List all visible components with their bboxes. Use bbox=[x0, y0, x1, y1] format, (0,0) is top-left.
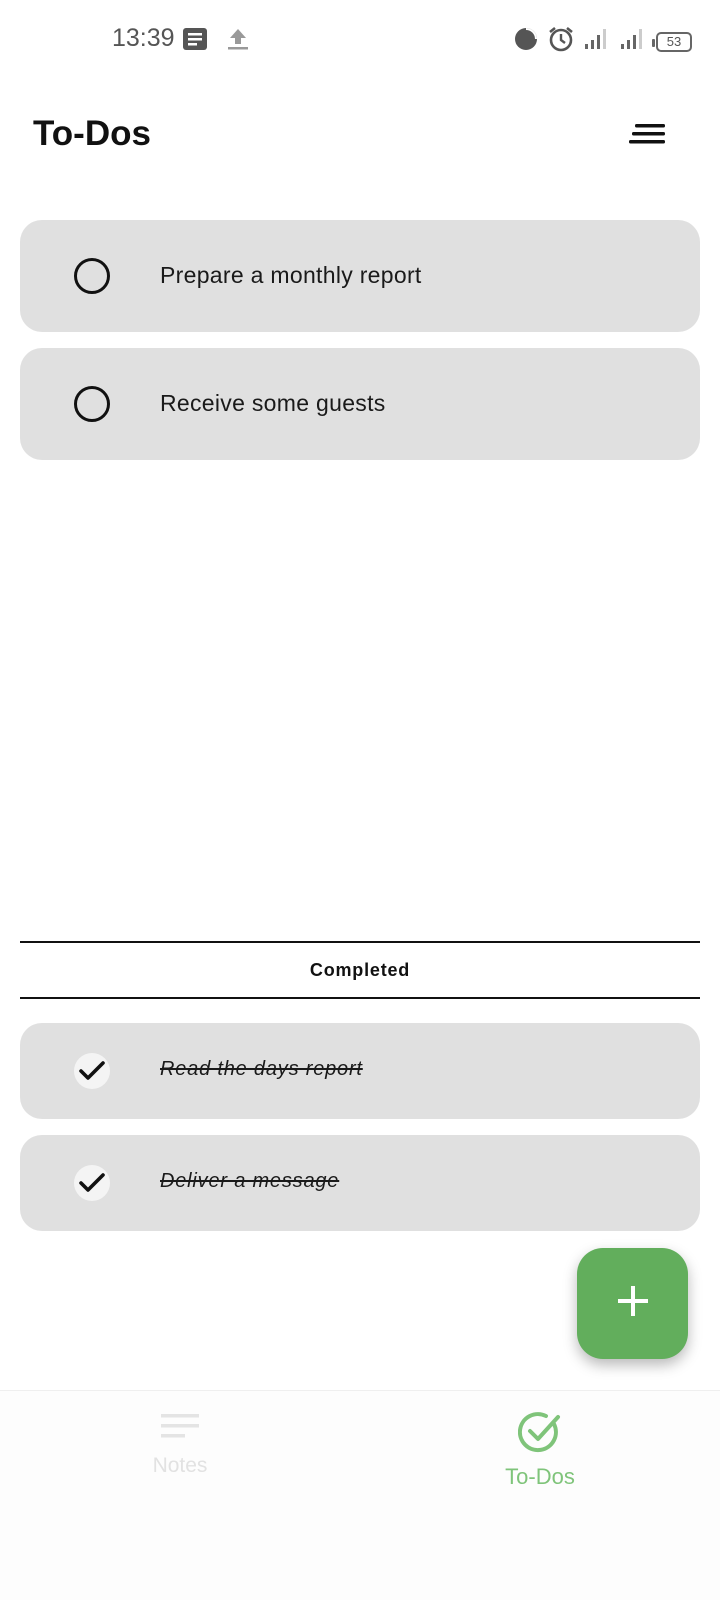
signal-icon bbox=[620, 28, 646, 55]
bottom-navigation: Notes To-Dos bbox=[0, 1390, 720, 1600]
battery-icon: 53 bbox=[652, 31, 692, 52]
nav-label-todos: To-Dos bbox=[505, 1464, 575, 1489]
todo-item[interactable]: Prepare a monthly report bbox=[20, 220, 700, 332]
todo-item[interactable]: Receive some guests bbox=[20, 348, 700, 460]
data-saver-icon bbox=[514, 27, 538, 56]
todo-label: Prepare a monthly report bbox=[160, 262, 422, 288]
message-icon bbox=[182, 27, 208, 56]
app-header: To-Dos bbox=[0, 100, 720, 172]
nav-item-notes[interactable]: Notes bbox=[80, 1411, 280, 1491]
todo-label: Receive some guests bbox=[160, 390, 386, 416]
completed-todo-item[interactable]: Deliver a message bbox=[20, 1135, 700, 1231]
completed-todo-label: Read the days report bbox=[160, 1058, 363, 1080]
unchecked-circle-icon[interactable] bbox=[74, 386, 110, 422]
status-bar: 13:39 53 bbox=[0, 0, 720, 80]
signal-icon bbox=[584, 28, 610, 55]
plus-icon bbox=[616, 1284, 650, 1323]
nav-item-todos[interactable]: To-Dos bbox=[440, 1411, 640, 1491]
notes-icon bbox=[160, 1411, 200, 1448]
unchecked-circle-icon[interactable] bbox=[74, 258, 110, 294]
completed-heading: Completed bbox=[309, 959, 411, 980]
completed-divider: Completed bbox=[20, 941, 700, 999]
check-circle-icon bbox=[517, 1411, 562, 1458]
completed-todo-item[interactable]: Read the days report bbox=[20, 1023, 700, 1119]
alarm-icon bbox=[548, 26, 574, 57]
page-title: To-Dos bbox=[33, 114, 151, 153]
checkmark-icon[interactable] bbox=[74, 1053, 110, 1089]
sort-icon bbox=[629, 123, 667, 150]
sort-button[interactable] bbox=[620, 118, 676, 154]
checkmark-icon[interactable] bbox=[74, 1165, 110, 1201]
completed-todo-label: Deliver a message bbox=[160, 1170, 340, 1192]
add-todo-button[interactable] bbox=[577, 1248, 688, 1359]
nav-label-notes: Notes bbox=[152, 1454, 208, 1477]
upload-icon bbox=[226, 27, 250, 56]
status-time: 13:39 bbox=[112, 24, 175, 52]
